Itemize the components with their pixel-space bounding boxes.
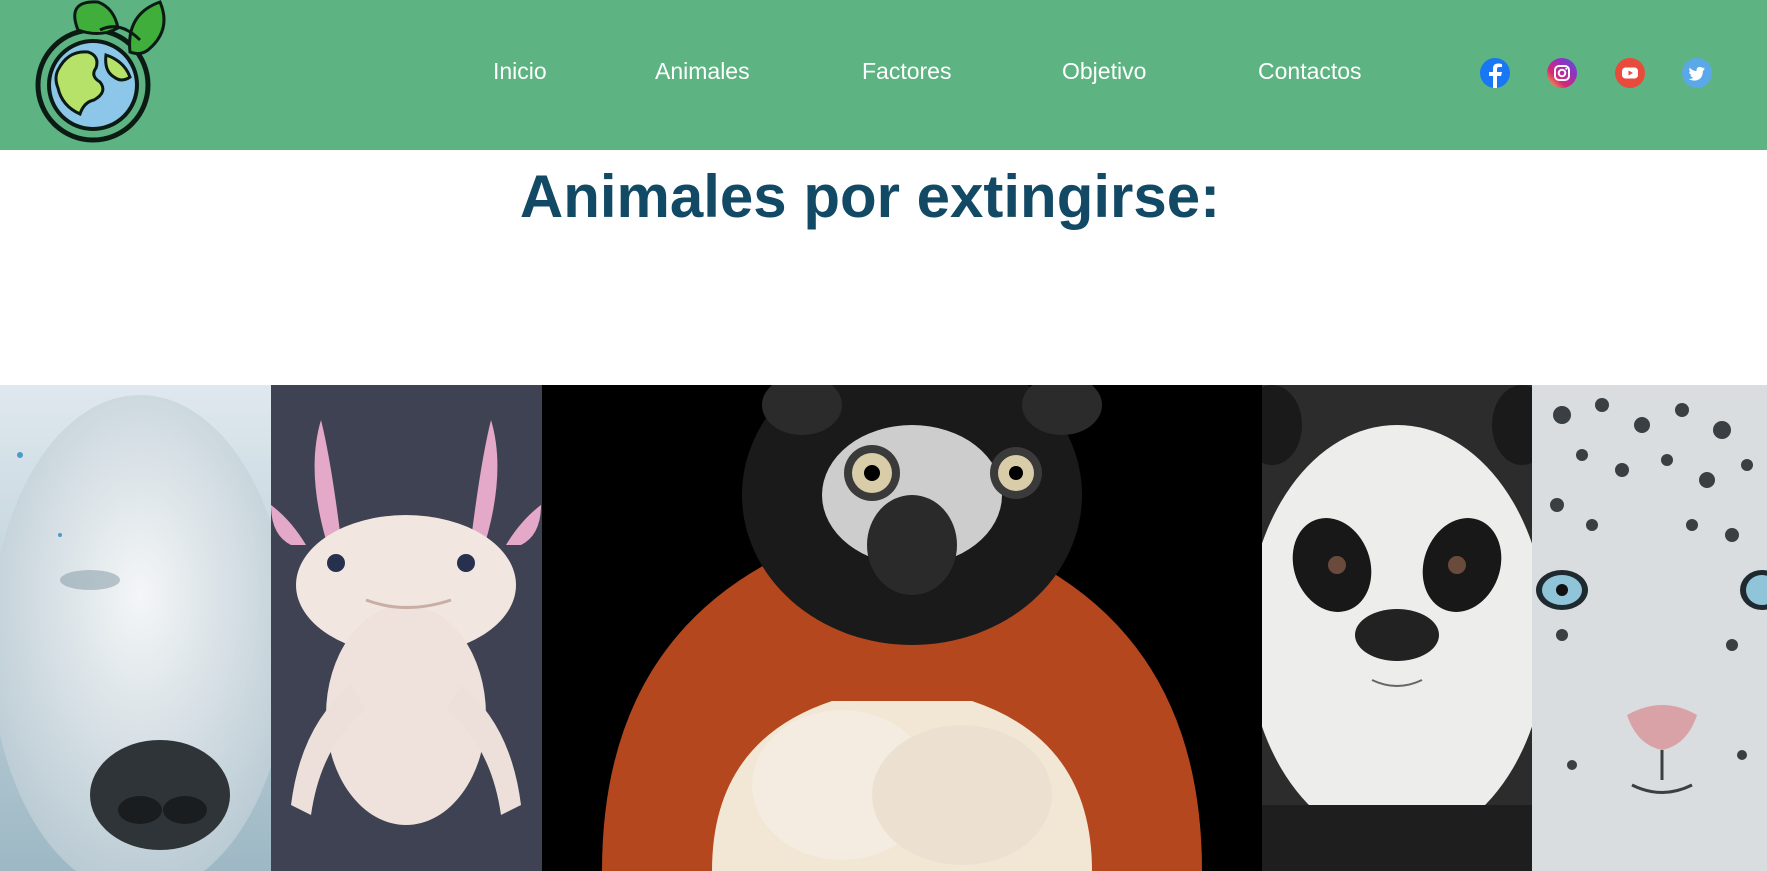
instagram-icon[interactable] [1547, 58, 1577, 88]
youtube-icon[interactable] [1615, 58, 1645, 88]
globe-with-leaves-icon[interactable] [30, 0, 185, 150]
animal-gallery [0, 385, 1767, 871]
nav-link-inicio[interactable]: Inicio [493, 58, 547, 85]
twitter-icon[interactable] [1682, 58, 1712, 88]
polar-bear-photo[interactable] [0, 385, 271, 871]
site-header: Inicio Animales Factores Objetivo Contac… [0, 0, 1767, 150]
nav-link-factores[interactable]: Factores [862, 58, 951, 85]
page-title: Animales por extingirse: [519, 163, 1221, 230]
facebook-icon[interactable] [1480, 58, 1510, 88]
lemur-photo[interactable] [542, 385, 1262, 871]
nav-link-objetivo[interactable]: Objetivo [1062, 58, 1146, 85]
axolotl-photo[interactable] [271, 385, 542, 871]
nav-link-contactos[interactable]: Contactos [1258, 58, 1362, 85]
nav-link-animales[interactable]: Animales [655, 58, 750, 85]
panda-photo[interactable] [1262, 385, 1532, 871]
snow-leopard-photo[interactable] [1532, 385, 1767, 871]
